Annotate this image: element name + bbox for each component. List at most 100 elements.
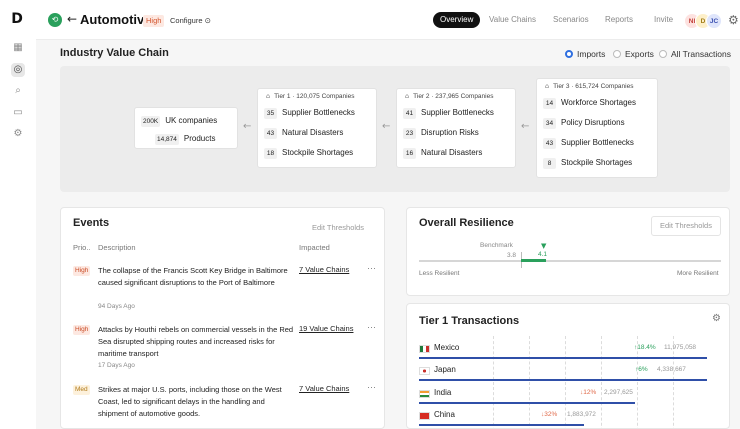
eye-icon: ⊙ — [204, 16, 211, 25]
tier-header: ⌂ Tier 2 · 237,965 Companies — [397, 89, 515, 103]
tier-1-card[interactable]: ⌂ Tier 1 · 120,075 Companies 35 Supplier B… — [257, 88, 377, 168]
risk-row[interactable]: 41 Supplier Bottlenecks — [397, 103, 515, 123]
benchmark-value: 3.8 — [507, 252, 517, 259]
invite-button[interactable]: Invite — [654, 12, 673, 28]
risk-row[interactable]: 8 Stockpile Shortages — [537, 153, 657, 173]
impacted-link[interactable]: 7 Value Chains — [299, 265, 349, 274]
tab-value-chains[interactable]: Value Chains — [489, 12, 536, 28]
count-badge: 14 — [543, 98, 556, 109]
transactions-title: Tier 1 Transactions — [419, 315, 520, 327]
configure-button[interactable]: Configure ⊙ — [170, 16, 211, 25]
count-badge: 200K — [141, 116, 161, 127]
resilience-card: Overall Resilience Edit Thresholds Bench… — [406, 207, 730, 296]
count-badge: 43 — [264, 128, 277, 139]
filter-label: Exports — [625, 49, 654, 59]
app-logo[interactable]: D — [9, 11, 25, 27]
tier-header-label: Tier 2 · 237,965 Companies — [413, 93, 494, 100]
top-bar: ⟲ ← Automotive High Configure ⊙ Overview… — [36, 0, 740, 40]
more-icon[interactable]: ··· — [367, 382, 376, 392]
count-badge: 18 — [264, 148, 277, 159]
change-percent: ↑18.4% — [634, 344, 656, 351]
risk-label: Disruption Risks — [421, 128, 479, 137]
count-badge: 43 — [543, 138, 556, 149]
change-percent: ↓32% — [541, 411, 558, 418]
resilience-gain-segment — [521, 259, 546, 262]
tab-overview[interactable]: Overview — [433, 12, 481, 28]
transaction-row[interactable]: China ↓32% 1,883,972 — [419, 408, 719, 428]
tier-1-transactions-card: Tier 1 Transactions ⚙ Mexico ↑18.4% 11,9… — [406, 303, 730, 429]
risk-row[interactable]: 16 Natural Disasters — [397, 143, 515, 163]
impacted-link[interactable]: 19 Value Chains — [299, 324, 353, 333]
risk-label: Supplier Bottlenecks — [282, 108, 355, 117]
settings-icon[interactable]: ⚙ — [728, 13, 739, 27]
tier-2-card[interactable]: ⌂ Tier 2 · 237,965 Companies 41 Supplier B… — [396, 88, 516, 168]
impacted-link[interactable]: 7 Value Chains — [299, 384, 349, 393]
country-name: India — [434, 388, 452, 397]
origin-card[interactable]: 200K UK companies 14,874 Products — [134, 107, 238, 149]
risk-label: Supplier Bottlenecks — [561, 138, 634, 147]
filter-label: All Transactions — [671, 49, 731, 59]
event-age: 17 Days Ago — [98, 362, 135, 369]
radio-dot-icon — [613, 50, 621, 58]
tab-scenarios[interactable]: Scenarios — [553, 12, 589, 28]
risk-row[interactable]: 14 Workforce Shortages — [537, 93, 657, 113]
filter-imports[interactable]: Imports — [565, 48, 605, 60]
row-label: UK companies — [165, 116, 218, 125]
risk-label: Natural Disasters — [421, 148, 483, 157]
arrow-left-icon: ← — [521, 121, 530, 132]
left-rail: D ▦ ◎ ⌕ ▭ ⚙ — [0, 0, 36, 429]
building-icon: ⌂ — [266, 92, 271, 100]
edit-thresholds-button[interactable]: Edit Thresholds — [651, 216, 721, 236]
transaction-row[interactable]: Japan ↑6% 4,338,667 — [419, 363, 719, 385]
event-age: 94 Days Ago — [98, 303, 135, 310]
transaction-bar — [419, 357, 707, 359]
event-description: Strikes at major U.S. ports, including t… — [98, 385, 282, 418]
current-marker-icon: ▼ — [541, 242, 547, 250]
products-row: 14,874 Products — [135, 130, 237, 147]
risk-row[interactable]: 35 Supplier Bottlenecks — [258, 103, 376, 123]
avatar[interactable]: JC — [706, 13, 722, 29]
transaction-amount: 1,883,972 — [567, 411, 596, 418]
search-icon[interactable]: ⌕ — [11, 84, 25, 98]
edit-thresholds-button[interactable]: Edit Thresholds — [312, 223, 364, 232]
transaction-row[interactable]: India ↓12% 2,297,625 — [419, 386, 719, 408]
resilience-title: Overall Resilience — [419, 217, 514, 229]
india-flag-icon — [419, 390, 430, 398]
column-header-priority[interactable]: Prio.. — [73, 243, 91, 252]
uk-companies-row: 200K UK companies — [135, 111, 237, 130]
page-title: Automotive — [80, 12, 152, 27]
building-icon: ⌂ — [545, 82, 550, 90]
filter-exports[interactable]: Exports — [613, 48, 654, 60]
less-resilient-label: Less Resilient — [419, 270, 460, 277]
more-icon[interactable]: ··· — [367, 322, 376, 332]
tier-3-card[interactable]: ⌂ Tier 3 · 615,724 Companies 14 Workforce … — [536, 78, 658, 178]
main-area: ⟲ ← Automotive High Configure ⊙ Overview… — [36, 0, 740, 429]
filter-all-transactions[interactable]: All Transactions — [659, 48, 731, 60]
risk-row[interactable]: 23 Disruption Risks — [397, 123, 515, 143]
risk-row[interactable]: 43 Supplier Bottlenecks — [537, 133, 657, 153]
gear-icon[interactable]: ⚙ — [11, 127, 25, 141]
change-percent: ↓12% — [580, 389, 597, 396]
risk-row[interactable]: 43 Natural Disasters — [258, 123, 376, 143]
risk-row[interactable]: 34 Policy Disruptions — [537, 113, 657, 133]
priority-badge: High — [73, 266, 91, 276]
events-title: Events — [73, 217, 110, 229]
current-value: 4.1 — [538, 251, 548, 258]
radio-dot-icon — [565, 50, 573, 58]
event-description: The collapse of the Francis Scott Key Br… — [98, 266, 288, 287]
folder-icon[interactable]: ▭ — [11, 106, 25, 120]
more-icon[interactable]: ··· — [367, 263, 376, 273]
column-header-description[interactable]: Description — [98, 243, 136, 252]
transaction-amount: 4,338,667 — [657, 366, 686, 373]
back-arrow-icon[interactable]: ← — [67, 12, 77, 26]
tab-reports[interactable]: Reports — [605, 12, 633, 28]
compass-icon[interactable]: ◎ — [11, 63, 25, 77]
risk-row[interactable]: 18 Stockpile Shortages — [258, 143, 376, 163]
column-header-impacted[interactable]: Impacted — [299, 243, 330, 252]
grid-icon[interactable]: ▦ — [11, 41, 25, 55]
transaction-row[interactable]: Mexico ↑18.4% 11,975,058 — [419, 341, 719, 363]
risk-label: Workforce Shortages — [561, 98, 636, 107]
count-badge: 14,874 — [155, 134, 179, 145]
arrow-left-icon: ← — [243, 121, 252, 132]
gear-icon[interactable]: ⚙ — [712, 313, 721, 324]
